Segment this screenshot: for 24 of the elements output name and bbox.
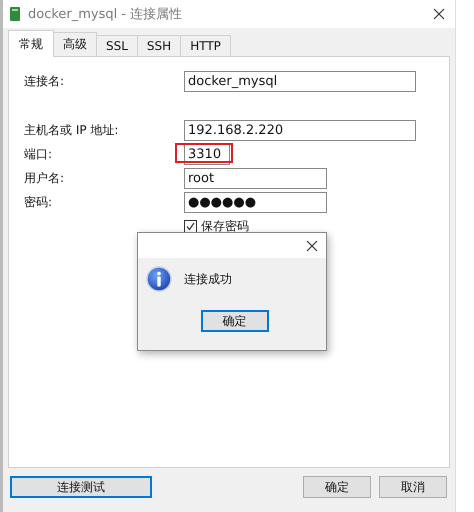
input-field[interactable]: root <box>184 168 327 188</box>
message-text: 连接成功 <box>184 270 232 288</box>
input-field[interactable]: 192.168.2.220 <box>184 120 416 140</box>
close-icon[interactable] <box>306 240 318 252</box>
field-label: 连接名: <box>24 72 66 90</box>
tab[interactable]: 常规 <box>8 30 54 57</box>
field-label: 主机名或 IP 地址: <box>24 122 120 138</box>
cancel-button[interactable]: 取消 <box>379 476 447 498</box>
input-field[interactable]: docker_mysql <box>184 70 416 92</box>
close-icon[interactable] <box>433 8 445 20</box>
input-field[interactable]: 3310 <box>184 144 230 164</box>
info-icon <box>146 266 172 292</box>
checkbox-label: 保存密码 <box>201 218 249 235</box>
ok-button[interactable]: 确定 <box>200 310 268 332</box>
field-label: 密码: <box>24 194 54 210</box>
field-label: 用户名: <box>24 170 66 186</box>
input-field[interactable]: ●●●●●● <box>184 192 327 212</box>
tab[interactable]: HTTP <box>180 35 231 56</box>
field-label: 端口: <box>24 146 54 162</box>
ok-button[interactable]: 确定 <box>303 476 371 498</box>
window-title: docker_mysql - 连接属性 <box>28 6 184 23</box>
database-icon <box>10 7 20 21</box>
test-connection-button[interactable]: 连接测试 <box>10 476 152 498</box>
highlight-frame <box>175 142 233 162</box>
